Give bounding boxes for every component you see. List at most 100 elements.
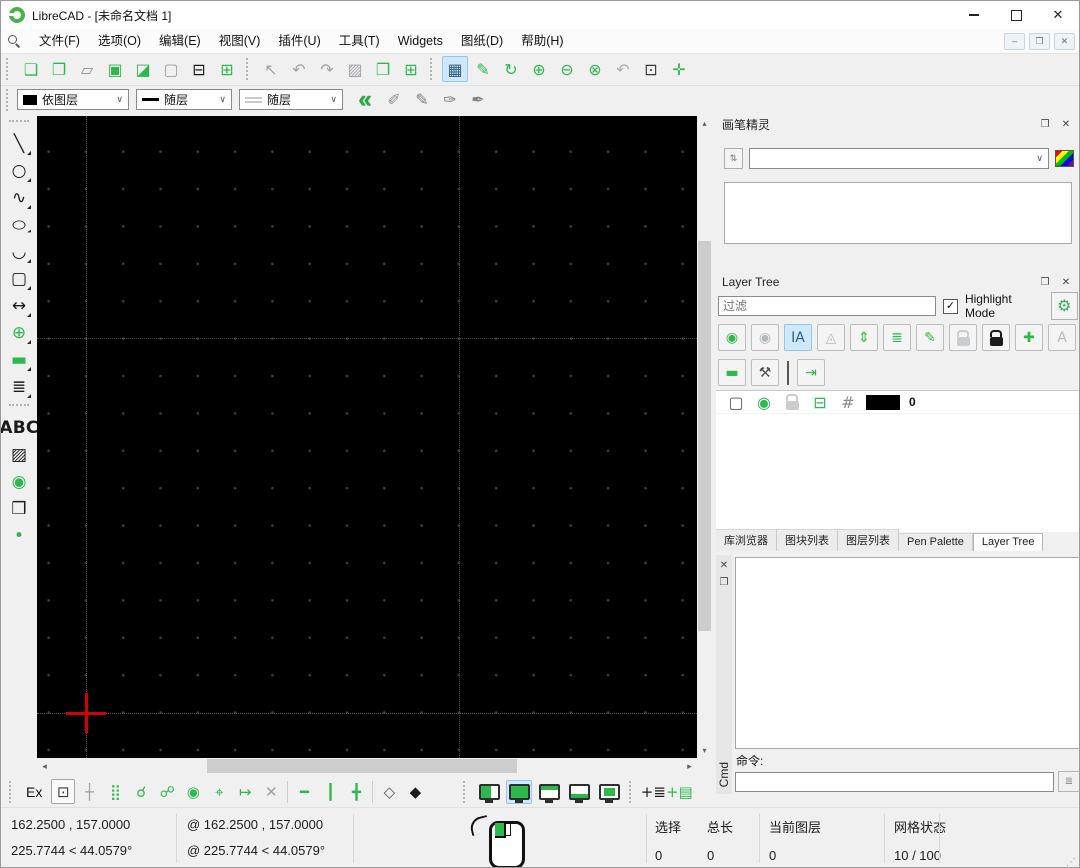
snap-middle-icon[interactable]: ⌖ (207, 779, 231, 804)
toolbar-grip[interactable] (629, 781, 635, 803)
new-document-icon[interactable]: ❏ (18, 56, 44, 82)
redo-icon[interactable]: ↷ (314, 56, 340, 82)
add-toolbar-widget-icon[interactable]: +≣ (641, 779, 665, 804)
close-panel-icon[interactable]: ✕ (717, 558, 731, 572)
menu-item-view[interactable]: 视图(V) (210, 29, 270, 53)
layer-print-icon[interactable]: ⊟ (807, 390, 833, 415)
command-input[interactable] (735, 772, 1054, 792)
construction-layers-icon[interactable]: ◬ (817, 324, 845, 351)
scroll-up-icon[interactable]: ▴ (697, 116, 712, 131)
layers-normal-mode-icon[interactable]: IA (784, 324, 812, 351)
select-tool-icon[interactable]: ▢ (6, 265, 33, 292)
auto-zoom-icon[interactable]: ⊗ (582, 56, 608, 82)
line-tool-icon[interactable]: ╲ (6, 130, 33, 157)
menu-item-tools[interactable]: 工具(T) (330, 29, 389, 53)
magnifier-icon[interactable] (8, 35, 21, 48)
pen-wizard-color-button[interactable] (1055, 150, 1074, 167)
snap-free-icon[interactable]: ⊡ (51, 779, 75, 804)
toolbar-grip[interactable] (6, 58, 12, 80)
scroll-down-icon[interactable]: ▾ (697, 743, 712, 758)
tab-pen-palette[interactable]: Pen Palette (899, 533, 973, 551)
draft-mode-icon[interactable]: ✎ (470, 56, 496, 82)
minimize-button[interactable] (953, 1, 995, 29)
layer-lock-icon[interactable] (779, 390, 805, 415)
paste-icon[interactable]: ⊞ (398, 56, 424, 82)
pan-zoom-icon[interactable]: ✛ (666, 56, 692, 82)
block-tool-icon[interactable]: ❒ (6, 495, 33, 522)
copy-icon[interactable]: ❐ (370, 56, 396, 82)
toolbar-grip[interactable] (9, 404, 29, 410)
float-panel-icon[interactable]: ❐ (717, 575, 731, 589)
add-layer-icon[interactable]: ✚ (1015, 324, 1043, 351)
horizontal-scrollbar[interactable]: ◂ ▸ (37, 758, 697, 774)
edit-layer-icon[interactable]: ⚒ (751, 359, 779, 386)
toolbar-grip[interactable] (246, 58, 252, 80)
zoom-in-icon[interactable]: ⊕ (526, 56, 552, 82)
linewidth-combobox[interactable]: 随层 ∨ (136, 89, 232, 110)
snap-endpoints-icon[interactable]: ☌ (129, 779, 153, 804)
back-button[interactable]: « (350, 87, 380, 113)
menu-item-edit[interactable]: 编辑(E) (150, 29, 210, 53)
float-panel-icon[interactable]: ❐ (1037, 275, 1053, 289)
lock-relative-zero-icon[interactable]: ◆ (403, 779, 427, 804)
window-zoom-icon[interactable]: ⊡ (638, 56, 664, 82)
print-preview-icon[interactable]: ⊞ (214, 56, 240, 82)
maximize-button[interactable] (995, 1, 1037, 29)
snap-on-grid-icon[interactable]: ⣿ (103, 779, 127, 804)
mdi-minimize-button[interactable]: – (1004, 33, 1025, 50)
highlight-mode-checkbox[interactable]: ✓ (943, 299, 958, 314)
dock-splitter[interactable] (716, 551, 1080, 553)
snap-center-icon[interactable]: ◉ (181, 779, 205, 804)
tab-library-browser[interactable]: 库浏览器 (716, 529, 777, 551)
command-menu-button[interactable]: ≣ (1058, 771, 1080, 792)
new-from-template-icon[interactable]: ❐ (46, 56, 72, 82)
grid-toggle-icon[interactable]: ▦ (442, 56, 468, 82)
drawing-canvas[interactable] (37, 116, 697, 758)
save-all-icon[interactable]: ▢ (158, 56, 184, 82)
pen-pick-icon[interactable]: ✐ (381, 87, 407, 113)
sort-layers-top-icon[interactable]: ≣ (883, 324, 911, 351)
print-icon[interactable]: ⊟ (186, 56, 212, 82)
tab-layer-tree[interactable]: Layer Tree (973, 533, 1044, 551)
dock-area-top-icon[interactable] (536, 780, 562, 804)
spline-tool-icon[interactable]: ∿ (6, 184, 33, 211)
circle-tool-icon[interactable]: ○ (6, 157, 33, 184)
hide-all-layers-icon[interactable]: ◉ (751, 324, 779, 351)
selection-pointer-icon[interactable]: ↖ (258, 56, 284, 82)
open-file-icon[interactable]: ▱ (74, 56, 100, 82)
lock-layers-icon[interactable] (982, 324, 1010, 351)
layer-list[interactable]: ▢◉⊟# 0 (716, 390, 1080, 532)
zoom-out-icon[interactable]: ⊖ (554, 56, 580, 82)
order-tool-icon[interactable]: ≣ (6, 373, 33, 400)
restrict-nothing-icon[interactable]: ╋ (344, 779, 368, 804)
ellipse-tool-icon[interactable]: ○ (6, 215, 33, 233)
undo-icon[interactable]: ↶ (286, 56, 312, 82)
previous-view-icon[interactable]: ↶ (610, 56, 636, 82)
close-panel-icon[interactable]: ✕ (1058, 275, 1074, 289)
menu-item-plugins[interactable]: 插件(U) (269, 29, 329, 53)
snap-grid-icon[interactable]: ┼ (77, 779, 101, 804)
snap-distance-icon[interactable]: ↦ (233, 779, 257, 804)
resize-grip-icon[interactable]: ⋰ (1066, 857, 1076, 868)
snap-intersection-icon[interactable]: ✕ (259, 779, 283, 804)
cut-icon[interactable]: ▨ (342, 56, 368, 82)
dock-area-full-icon[interactable] (506, 780, 532, 804)
pen-wizard-combobox[interactable]: ∨ (749, 148, 1049, 169)
mdi-restore-button[interactable]: ❐ (1029, 33, 1050, 50)
save-as-icon[interactable]: ◪ (130, 56, 156, 82)
tab-layer-list[interactable]: 图层列表 (838, 529, 899, 551)
add-dock-widget-icon[interactable]: +▤ (667, 779, 691, 804)
layer-attributes-icon[interactable]: A (1048, 324, 1076, 351)
pen-copy-icon[interactable]: ✒ (465, 87, 491, 113)
point-tool-icon[interactable]: • (6, 522, 33, 549)
pen-pick-apply-icon[interactable]: ✎ (409, 87, 435, 113)
restrict-vertical-icon[interactable]: ┃ (318, 779, 342, 804)
menu-item-file[interactable]: 文件(F) (30, 29, 89, 53)
vertical-scrollbar[interactable]: ▴ ▾ (697, 116, 712, 758)
unlock-layers-icon[interactable] (949, 324, 977, 351)
gear-icon[interactable]: ⚙ (1051, 292, 1079, 320)
menu-item-widgets[interactable]: Widgets (389, 29, 452, 53)
menu-item-help[interactable]: 帮助(H) (512, 29, 572, 53)
dock-splitter[interactable] (716, 264, 1080, 272)
pen-wizard-spin-button[interactable]: ⇅ (724, 148, 743, 169)
